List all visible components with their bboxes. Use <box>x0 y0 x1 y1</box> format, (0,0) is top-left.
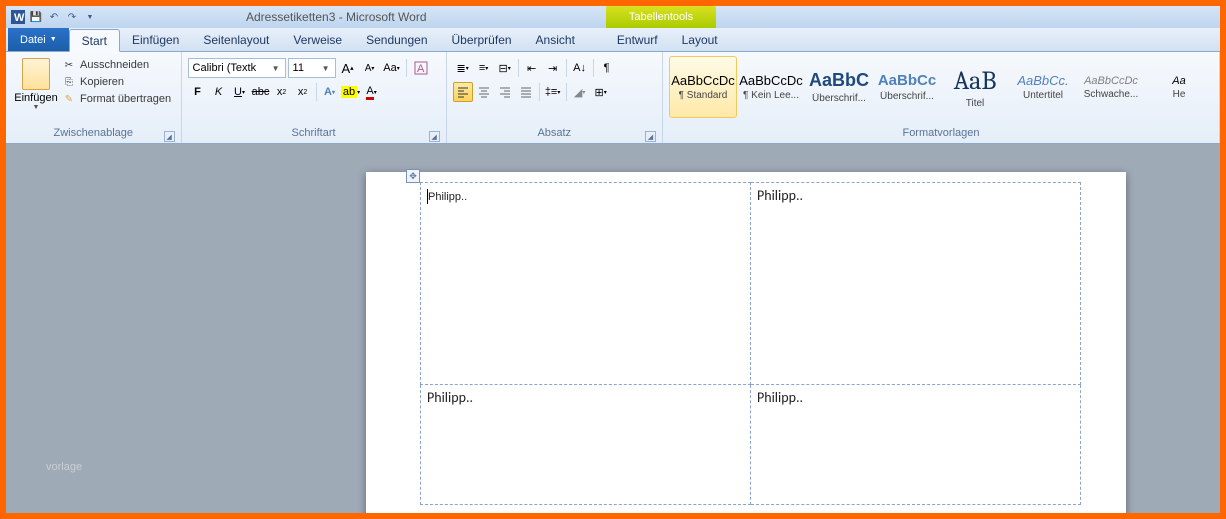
chevron-down-icon: ▼ <box>50 36 57 43</box>
label-table[interactable]: Philipp.. Philipp.. Philipp.. Philipp.. <box>420 182 1081 505</box>
strikethrough-button[interactable]: abc <box>251 82 271 102</box>
group-paragraph: ≣▾ ≡▾ ⊟▾ ⇤ ⇥ A↓ ¶ ‡≡▾ <box>447 52 663 143</box>
svg-text:A: A <box>417 63 425 75</box>
font-name-combo[interactable]: Calibri (Textk▼ <box>188 58 286 78</box>
cut-button[interactable]: ✂Ausschneiden <box>62 58 171 72</box>
tab-entwurf[interactable]: Entwurf <box>605 28 670 51</box>
brush-icon: ✎ <box>62 92 76 106</box>
dialog-launcher-icon[interactable]: ◢ <box>429 131 440 142</box>
table-move-handle[interactable] <box>406 169 420 183</box>
group-label: Formatvorlagen <box>902 127 979 139</box>
chevron-down-icon: ▼ <box>321 64 331 73</box>
borders-button[interactable]: ⊞▾ <box>591 82 611 102</box>
decrease-indent-button[interactable]: ⇤ <box>522 58 542 78</box>
table-cell[interactable]: Philipp.. <box>751 385 1081 505</box>
ribbon-tabs: Datei▼ Start Einfügen Seitenlayout Verwe… <box>6 28 1220 52</box>
title-bar: W 💾 ↶ ↷ ▼ Adressetiketten3 - Microsoft W… <box>6 6 1220 28</box>
word-icon: W <box>10 9 26 25</box>
tab-ueberpruefen[interactable]: Überprüfen <box>440 28 524 51</box>
document-area[interactable]: vorlage Philipp.. Philipp.. Philipp.. Ph… <box>6 144 1220 513</box>
group-label: Absatz <box>537 127 571 139</box>
copy-button[interactable]: ⎘Kopieren <box>62 75 171 89</box>
align-left-button[interactable] <box>453 82 473 102</box>
highlight-button[interactable]: ab▾ <box>341 82 361 102</box>
scissors-icon: ✂ <box>62 58 76 72</box>
ribbon: Einfügen ▼ ✂Ausschneiden ⎘Kopieren ✎Form… <box>6 52 1220 144</box>
text-effects-button[interactable]: A▾ <box>320 82 340 102</box>
line-spacing-button[interactable]: ‡≡▾ <box>543 82 563 102</box>
table-cell[interactable]: Philipp.. <box>751 183 1081 385</box>
style-item[interactable]: AaBbCc.Untertitel <box>1009 56 1077 118</box>
italic-button[interactable]: K <box>209 82 229 102</box>
style-item[interactable]: AaHe <box>1145 56 1213 118</box>
group-label: Schriftart <box>292 127 336 139</box>
table-cell[interactable]: Philipp.. <box>421 385 751 505</box>
style-item[interactable]: AaBbCcÜberschrif... <box>873 56 941 118</box>
file-tab[interactable]: Datei▼ <box>8 28 69 51</box>
quick-access-toolbar: W 💾 ↶ ↷ ▼ <box>6 9 102 25</box>
increase-indent-button[interactable]: ⇥ <box>543 58 563 78</box>
contextual-tab-title: Tabellentools <box>606 6 716 28</box>
group-styles: AaBbCcDc¶ StandardAaBbCcDc¶ Kein Lee...A… <box>663 52 1220 143</box>
tab-seitenlayout[interactable]: Seitenlayout <box>191 28 281 51</box>
multilevel-button[interactable]: ⊟▾ <box>495 58 515 78</box>
change-case-button[interactable]: Aa▾ <box>382 58 402 78</box>
bold-button[interactable]: F <box>188 82 208 102</box>
font-size-combo[interactable]: 11▼ <box>288 58 336 78</box>
subscript-button[interactable]: x2 <box>272 82 292 102</box>
bullets-button[interactable]: ≣▾ <box>453 58 473 78</box>
align-right-button[interactable] <box>495 82 515 102</box>
tab-sendungen[interactable]: Sendungen <box>354 28 439 51</box>
tab-ansicht[interactable]: Ansicht <box>524 28 587 51</box>
shading-button[interactable]: ◢▾ <box>570 82 590 102</box>
app-window: W 💾 ↶ ↷ ▼ Adressetiketten3 - Microsoft W… <box>6 6 1220 513</box>
table-cell[interactable]: Philipp.. <box>421 183 751 385</box>
save-icon[interactable]: 💾 <box>28 9 44 25</box>
copy-icon: ⎘ <box>62 75 76 89</box>
clear-formatting-button[interactable]: A <box>411 58 431 78</box>
chevron-down-icon: ▼ <box>33 104 40 111</box>
group-font: Calibri (Textk▼ 11▼ A▴ A▾ Aa▾ A F K U▾ a… <box>182 52 447 143</box>
group-clipboard: Einfügen ▼ ✂Ausschneiden ⎘Kopieren ✎Form… <box>6 52 182 143</box>
style-item[interactable]: AaBbCcDc¶ Standard <box>669 56 737 118</box>
font-color-button[interactable]: A▾ <box>362 82 382 102</box>
qat-dropdown-icon[interactable]: ▼ <box>82 9 98 25</box>
redo-icon[interactable]: ↷ <box>64 9 80 25</box>
grow-font-button[interactable]: A▴ <box>338 58 358 78</box>
dialog-launcher-icon[interactable]: ◢ <box>645 131 656 142</box>
shrink-font-button[interactable]: A▾ <box>360 58 380 78</box>
paste-button[interactable]: Einfügen ▼ <box>12 54 60 111</box>
sort-button[interactable]: A↓ <box>570 58 590 78</box>
tab-einfuegen[interactable]: Einfügen <box>120 28 191 51</box>
show-marks-button[interactable]: ¶ <box>597 58 617 78</box>
group-label: Zwischenablage <box>54 127 134 139</box>
style-item[interactable]: AaBbCcDcSchwache... <box>1077 56 1145 118</box>
window-title: Adressetiketten3 - Microsoft Word <box>246 10 427 24</box>
tab-start[interactable]: Start <box>69 29 120 52</box>
tab-layout[interactable]: Layout <box>670 28 730 51</box>
numbering-button[interactable]: ≡▾ <box>474 58 494 78</box>
style-item[interactable]: AaBbCcDc¶ Kein Lee... <box>737 56 805 118</box>
watermark-text: vorlage <box>46 461 82 473</box>
styles-gallery: AaBbCcDc¶ StandardAaBbCcDc¶ Kein Lee...A… <box>669 54 1213 118</box>
tab-verweise[interactable]: Verweise <box>281 28 354 51</box>
dialog-launcher-icon[interactable]: ◢ <box>164 131 175 142</box>
page: Philipp.. Philipp.. Philipp.. Philipp.. <box>366 172 1126 513</box>
style-item[interactable]: AaBbCÜberschrif... <box>805 56 873 118</box>
chevron-down-icon: ▼ <box>271 64 281 73</box>
undo-icon[interactable]: ↶ <box>46 9 62 25</box>
justify-button[interactable] <box>516 82 536 102</box>
format-painter-button[interactable]: ✎Format übertragen <box>62 92 171 106</box>
underline-button[interactable]: U▾ <box>230 82 250 102</box>
superscript-button[interactable]: x2 <box>293 82 313 102</box>
align-center-button[interactable] <box>474 82 494 102</box>
svg-text:W: W <box>14 12 25 24</box>
style-item[interactable]: AaBTitel <box>941 56 1009 118</box>
paste-icon <box>22 58 50 90</box>
